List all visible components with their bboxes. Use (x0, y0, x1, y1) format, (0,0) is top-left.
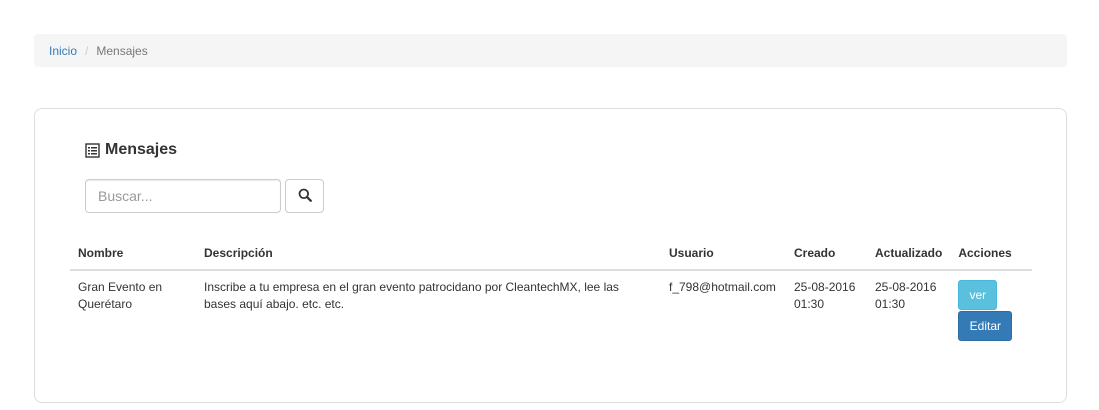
panel-title: Mensajes (85, 141, 177, 159)
header-creado[interactable]: Creado (786, 235, 867, 271)
list-alt-icon (85, 142, 100, 158)
header-actualizado[interactable]: Actualizado (867, 235, 951, 271)
search-icon (298, 188, 312, 205)
messages-table: Nombre Descripción Usuario Creado Actual… (70, 235, 1032, 349)
table-row: Gran Evento en Querétaro Inscribe a tu e… (70, 270, 1032, 349)
table-header-row: Nombre Descripción Usuario Creado Actual… (70, 235, 1032, 271)
editar-button[interactable]: Editar (958, 311, 1013, 341)
search-input[interactable] (85, 179, 281, 213)
cell-acciones: ver Editar (950, 270, 1032, 349)
cell-descripcion: Inscribe a tu empresa en el gran evento … (204, 280, 619, 311)
header-acciones: Acciones (950, 235, 1032, 271)
breadcrumb-home-link[interactable]: Inicio (49, 44, 77, 58)
cell-nombre: Gran Evento en Querétaro (78, 280, 163, 311)
cell-creado: 25-08-2016 01:30 (794, 280, 856, 311)
breadcrumb-current: Mensajes (96, 43, 148, 58)
header-usuario[interactable]: Usuario (661, 235, 786, 271)
breadcrumb-separator: / (85, 43, 89, 58)
cell-actualizado: 25-08-2016 01:30 (875, 280, 937, 311)
ver-button[interactable]: ver (958, 280, 998, 310)
panel-title-text: Mensajes (105, 141, 178, 158)
header-nombre[interactable]: Nombre (70, 235, 196, 271)
header-descripcion[interactable]: Descripción (196, 235, 661, 271)
search-button[interactable] (285, 179, 324, 213)
messages-panel: Mensajes Nombre Descripción Usuario Crea… (34, 108, 1067, 403)
breadcrumb: Inicio / Mensajes (34, 34, 1067, 67)
cell-usuario: f_798@hotmail.com (669, 280, 776, 294)
